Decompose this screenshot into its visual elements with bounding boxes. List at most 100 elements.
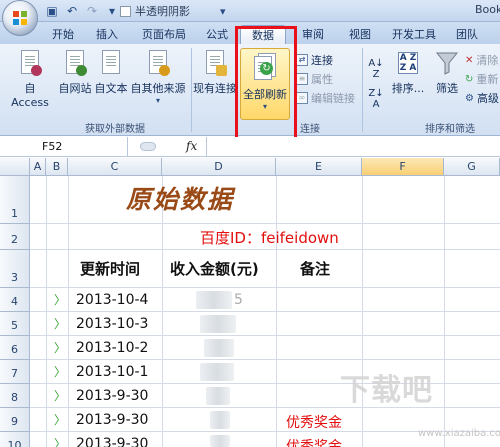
date-cell[interactable]: 2013-10-4	[76, 292, 148, 308]
tab-formulas[interactable]: 公式	[202, 25, 232, 44]
row-header-6[interactable]: 6	[0, 336, 30, 360]
blurred-amount[interactable]	[200, 363, 234, 381]
tab-insert[interactable]: 插入	[92, 25, 122, 44]
note-cell[interactable]: 优秀奖金	[286, 412, 342, 432]
undo-icon[interactable]: ↶	[64, 3, 80, 19]
properties-button[interactable]: ≡ 属性	[296, 71, 333, 87]
reapply-button[interactable]: ↻ 重新	[465, 71, 498, 87]
blurred-amount[interactable]	[200, 315, 236, 333]
blurred-amount[interactable]	[210, 411, 230, 429]
from-access-button[interactable]: 自 Access	[4, 50, 56, 109]
sort-descending-button[interactable]: Z↓ A	[366, 88, 386, 110]
sort-button[interactable]: A ZZ A 排序...	[388, 50, 428, 96]
from-web-button[interactable]: 自网站	[58, 50, 92, 96]
save-icon[interactable]: ▣	[44, 3, 60, 19]
header-income-amount[interactable]: 收入金额(元)	[170, 258, 259, 279]
office-button[interactable]	[2, 0, 38, 36]
date-cell[interactable]: 2013-10-1	[76, 364, 148, 380]
existing-connections-button[interactable]: 现有连接	[193, 50, 237, 96]
sort-za-icon: Z↓ A	[368, 88, 384, 110]
note-cell[interactable]: 优秀奖金	[286, 436, 342, 447]
error-indicator-icon[interactable]: 〉	[54, 411, 66, 428]
error-indicator-icon[interactable]: 〉	[54, 435, 66, 447]
customize-dropdown-icon[interactable]: ▾	[104, 3, 120, 19]
column-header-d[interactable]: D	[162, 158, 276, 176]
filter-button[interactable]: 筛选	[432, 50, 462, 96]
shadow-checkbox[interactable]	[120, 5, 131, 17]
filter-label: 筛选	[436, 82, 458, 95]
blurred-amount[interactable]	[204, 339, 234, 357]
connections-label: 连接	[311, 54, 333, 67]
formula-bar-grip[interactable]	[140, 142, 156, 151]
gridline	[30, 249, 500, 250]
clear-icon: ✕	[465, 54, 474, 66]
from-text-button[interactable]: 自文本	[94, 50, 128, 96]
column-header-c[interactable]: C	[68, 158, 162, 176]
clear-label: 清除	[476, 54, 499, 67]
sheet-title-cell[interactable]: 原始数据	[126, 180, 234, 216]
web-icon	[63, 50, 87, 78]
date-cell[interactable]: 2013-10-3	[76, 316, 148, 332]
properties-label: 属性	[311, 73, 333, 86]
from-other-sources-button[interactable]: 自其他来源 ▾	[130, 50, 186, 105]
error-indicator-icon[interactable]: 〉	[54, 387, 66, 404]
sort-az-icon: A↓ Z	[368, 58, 384, 80]
advanced-filter-button[interactable]: ⚙ 高级	[465, 90, 499, 106]
baidu-id-cell[interactable]: 百度ID：feifeidown	[200, 227, 339, 248]
header-notes[interactable]: 备注	[300, 258, 330, 279]
existing-connections-icon	[203, 50, 227, 78]
properties-icon: ≡	[296, 73, 308, 85]
fx-icon[interactable]: fx	[186, 139, 197, 153]
edit-links-button[interactable]: ∞ 编辑链接	[296, 90, 355, 106]
blurred-amount[interactable]	[206, 387, 230, 405]
column-header-f[interactable]: F	[362, 158, 444, 176]
row-header-4[interactable]: 4	[0, 288, 30, 312]
column-header-e[interactable]: E	[276, 158, 362, 176]
amount-cell-partial[interactable]: 5	[234, 292, 243, 308]
error-indicator-icon[interactable]: 〉	[54, 291, 66, 308]
blurred-amount[interactable]	[196, 291, 232, 309]
tab-page-layout[interactable]: 页面布局	[138, 25, 190, 44]
error-indicator-icon[interactable]: 〉	[54, 315, 66, 332]
column-header-b[interactable]: B	[46, 158, 68, 176]
header-update-time[interactable]: 更新时间	[80, 258, 140, 279]
row-header-7[interactable]: 7	[0, 360, 30, 384]
blurred-amount[interactable]	[210, 435, 230, 447]
column-header-a[interactable]: A	[30, 158, 46, 176]
row-header-9[interactable]: 9	[0, 408, 30, 432]
sort-label: 排序...	[391, 82, 425, 95]
redo-icon[interactable]: ↷	[84, 3, 100, 19]
reapply-icon: ↻	[465, 73, 474, 85]
tab-review[interactable]: 审阅	[297, 25, 329, 44]
date-cell[interactable]: 2013-10-2	[76, 340, 148, 356]
access-icon	[18, 50, 42, 78]
title-checkbox-group: 半透明阴影 ▾	[120, 3, 226, 19]
tab-home[interactable]: 开始	[48, 25, 78, 44]
row-header-10[interactable]: 10	[0, 432, 30, 447]
row-header-2[interactable]: 2	[0, 224, 30, 250]
row-header-5[interactable]: 5	[0, 312, 30, 336]
error-indicator-icon[interactable]: 〉	[54, 339, 66, 356]
date-cell[interactable]: 2013-9-30	[76, 388, 148, 404]
error-indicator-icon[interactable]: 〉	[54, 363, 66, 380]
sort-ascending-button[interactable]: A↓ Z	[366, 58, 386, 80]
connections-button[interactable]: ⇄ 连接	[296, 52, 333, 68]
tab-team[interactable]: 团队	[452, 25, 482, 44]
gridline	[30, 311, 500, 312]
name-box[interactable]: F52	[0, 137, 128, 156]
formula-input[interactable]	[206, 137, 500, 156]
column-header-g[interactable]: G	[444, 158, 500, 176]
date-cell[interactable]: 2013-9-30	[76, 436, 148, 447]
group-separator	[362, 48, 363, 132]
tab-developer[interactable]: 开发工具	[388, 25, 440, 44]
qat-more-icon[interactable]: ▾	[220, 5, 226, 18]
tab-view[interactable]: 视图	[345, 25, 375, 44]
from-text-label: 自文本	[94, 82, 128, 95]
row-header-3[interactable]: 3	[0, 250, 30, 288]
row-header-1[interactable]: 1	[0, 176, 30, 224]
select-all-corner[interactable]	[0, 158, 30, 176]
other-sources-icon	[146, 50, 170, 78]
clear-filter-button[interactable]: ✕ 清除	[465, 52, 498, 68]
row-header-8[interactable]: 8	[0, 384, 30, 408]
date-cell[interactable]: 2013-9-30	[76, 412, 148, 428]
